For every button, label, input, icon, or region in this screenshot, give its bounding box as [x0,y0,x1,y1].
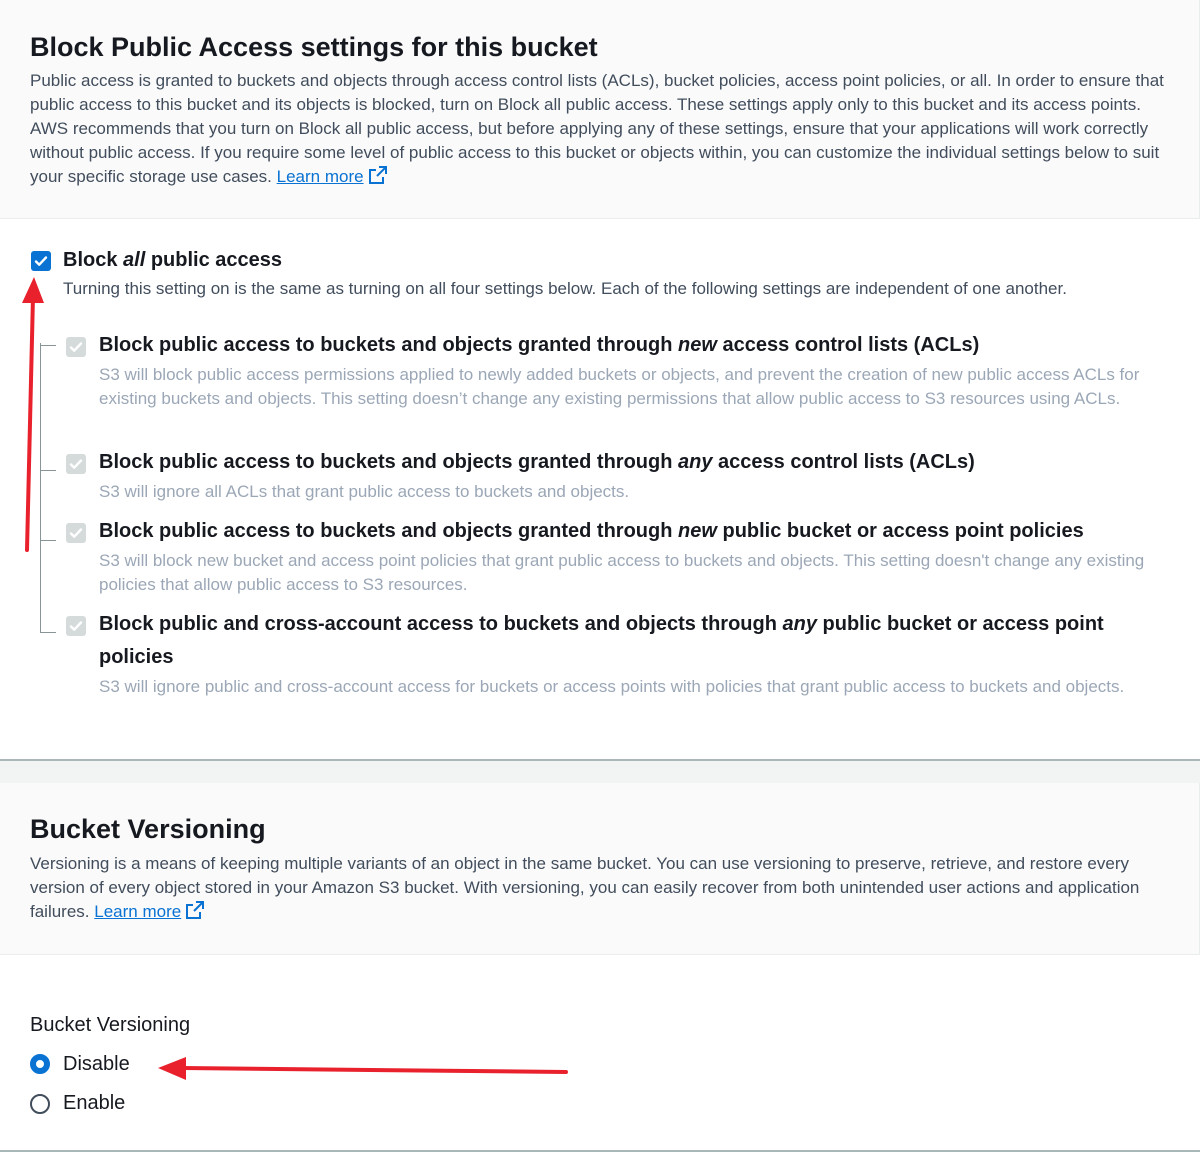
block-new-policies-checkbox[interactable] [66,523,86,543]
tree-branch [40,632,56,633]
external-link-icon [368,165,388,192]
panel-title: Bucket Versioning [30,814,266,844]
block-any-policies-label: Block public and cross-account access to… [99,613,1104,668]
panel-description: Public access is granted to buckets and … [30,69,1170,192]
checkmark-icon [69,342,83,352]
block-all-checkbox[interactable] [31,251,51,271]
block-public-access-panel: Block Public Access settings for this bu… [0,0,1200,761]
block-new-acls-checkbox[interactable] [66,337,86,357]
block-all-label[interactable]: Block all public access [63,244,282,277]
block-all-description: Turning this setting on is the same as t… [63,279,1067,298]
block-any-acls-label: Block public access to buckets and objec… [99,451,975,473]
section-gap [0,761,1200,783]
disable-radio[interactable] [30,1054,50,1074]
panel-description: Versioning is a means of keeping multipl… [30,852,1170,927]
panel-title: Block Public Access settings for this bu… [30,32,598,62]
checkmark-icon [69,459,83,469]
enable-radio[interactable] [30,1094,50,1114]
checkmark-icon [69,621,83,631]
disable-radio-label[interactable]: Disable [63,1051,130,1077]
block-any-policies-checkbox[interactable] [66,616,86,636]
tree-branch [40,345,56,346]
block-any-acls-description: S3 will ignore all ACLs that grant publi… [99,482,630,501]
block-any-policies-description: S3 will ignore public and cross-account … [99,677,1125,696]
block-new-policies-description: S3 will block new bucket and access poin… [99,551,1145,594]
tree-line [40,343,41,633]
enable-radio-label[interactable]: Enable [63,1090,125,1116]
block-new-policies-label: Block public access to buckets and objec… [99,520,1084,542]
block-new-acls-description: S3 will block public access permissions … [99,365,1140,408]
external-link-icon [185,900,205,927]
tree-branch [40,470,56,471]
learn-more-link[interactable]: Learn more [94,901,205,921]
bucket-versioning-panel: Bucket Versioning Versioning is a means … [0,783,1200,1152]
learn-more-link[interactable]: Learn more [277,166,388,186]
tree-branch [40,540,56,541]
checkmark-icon [34,256,48,266]
block-new-acls-label: Block public access to buckets and objec… [99,334,980,356]
block-any-acls-checkbox[interactable] [66,454,86,474]
checkmark-icon [69,528,83,538]
versioning-field-label: Bucket Versioning [30,1014,191,1036]
